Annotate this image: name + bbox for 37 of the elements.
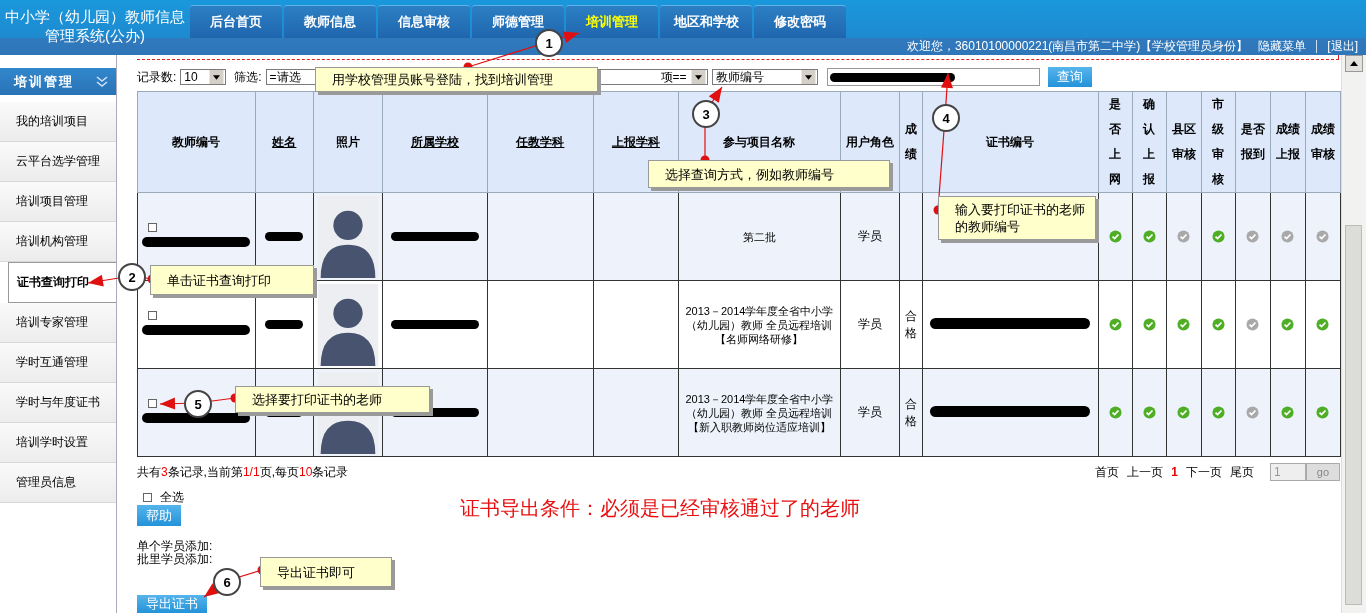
records-label: 记录数:	[136, 68, 177, 86]
column-header: 成绩审核	[1305, 91, 1341, 193]
app-title: 中小学（幼儿园）教师信息	[5, 6, 185, 26]
column-header: 是否报到	[1235, 91, 1271, 193]
note-tooltip: 用学校管理员账号登陆，找到培训管理	[315, 67, 598, 92]
column-header: 市级审核	[1201, 91, 1236, 193]
column-header: 是否上网	[1098, 91, 1133, 193]
record-summary: 共有3条记录,当前第1/1页,每页10条记录	[136, 463, 349, 481]
column-header: 照片	[313, 91, 383, 193]
notice-text: 证书导出条件：必须是已经审核通过了的老师	[459, 496, 860, 521]
app-title: 管理系统(公办)	[45, 25, 145, 45]
note-tooltip: 单击证书查询打印	[150, 265, 314, 295]
select-all-label: 全选	[159, 488, 184, 506]
score-cell: 合格	[904, 396, 917, 428]
role-cell: 学员	[857, 229, 882, 243]
note-tooltip: 选择查询方式，例如教师编号	[648, 160, 890, 188]
column-header: 县区审核	[1166, 91, 1202, 193]
column-header: 教师编号	[137, 91, 256, 193]
add-label: 批里学员添加:	[136, 553, 214, 566]
column-header: 成绩	[899, 91, 923, 193]
add-label: 单个学员添加:	[136, 540, 214, 553]
column-header: 确认上报	[1132, 91, 1167, 193]
welcome-text: 欢迎您，36010100000221(南昌市第二中学)【学校管理员身份】	[906, 38, 1249, 55]
project-name: 2013－2014学年度全省中小学（幼儿园）教师 全员远程培训【新入职教师岗位适应培训】	[685, 392, 834, 433]
role-cell: 学员	[857, 405, 882, 419]
project-name: 第二批	[742, 230, 776, 243]
column-header: 成绩上报	[1270, 91, 1306, 193]
note-tooltip: 导出证书即可	[260, 557, 392, 587]
project-name: 2013－2014学年度全省中小学（幼儿园）教师 全员远程培训【名师网络研修】	[685, 304, 834, 345]
sidebar-title: 培训管理	[14, 72, 74, 91]
role-cell: 学员	[857, 317, 882, 331]
step-number: 6	[213, 568, 241, 596]
step-number: 2	[118, 263, 146, 291]
note-tooltip: 输入要打印证书的老师的教师编号	[938, 196, 1096, 240]
filter-label: 筛选:	[234, 68, 262, 86]
note-tooltip: 选择要打印证书的老师	[235, 386, 430, 413]
score-cell: 合格	[904, 308, 917, 340]
